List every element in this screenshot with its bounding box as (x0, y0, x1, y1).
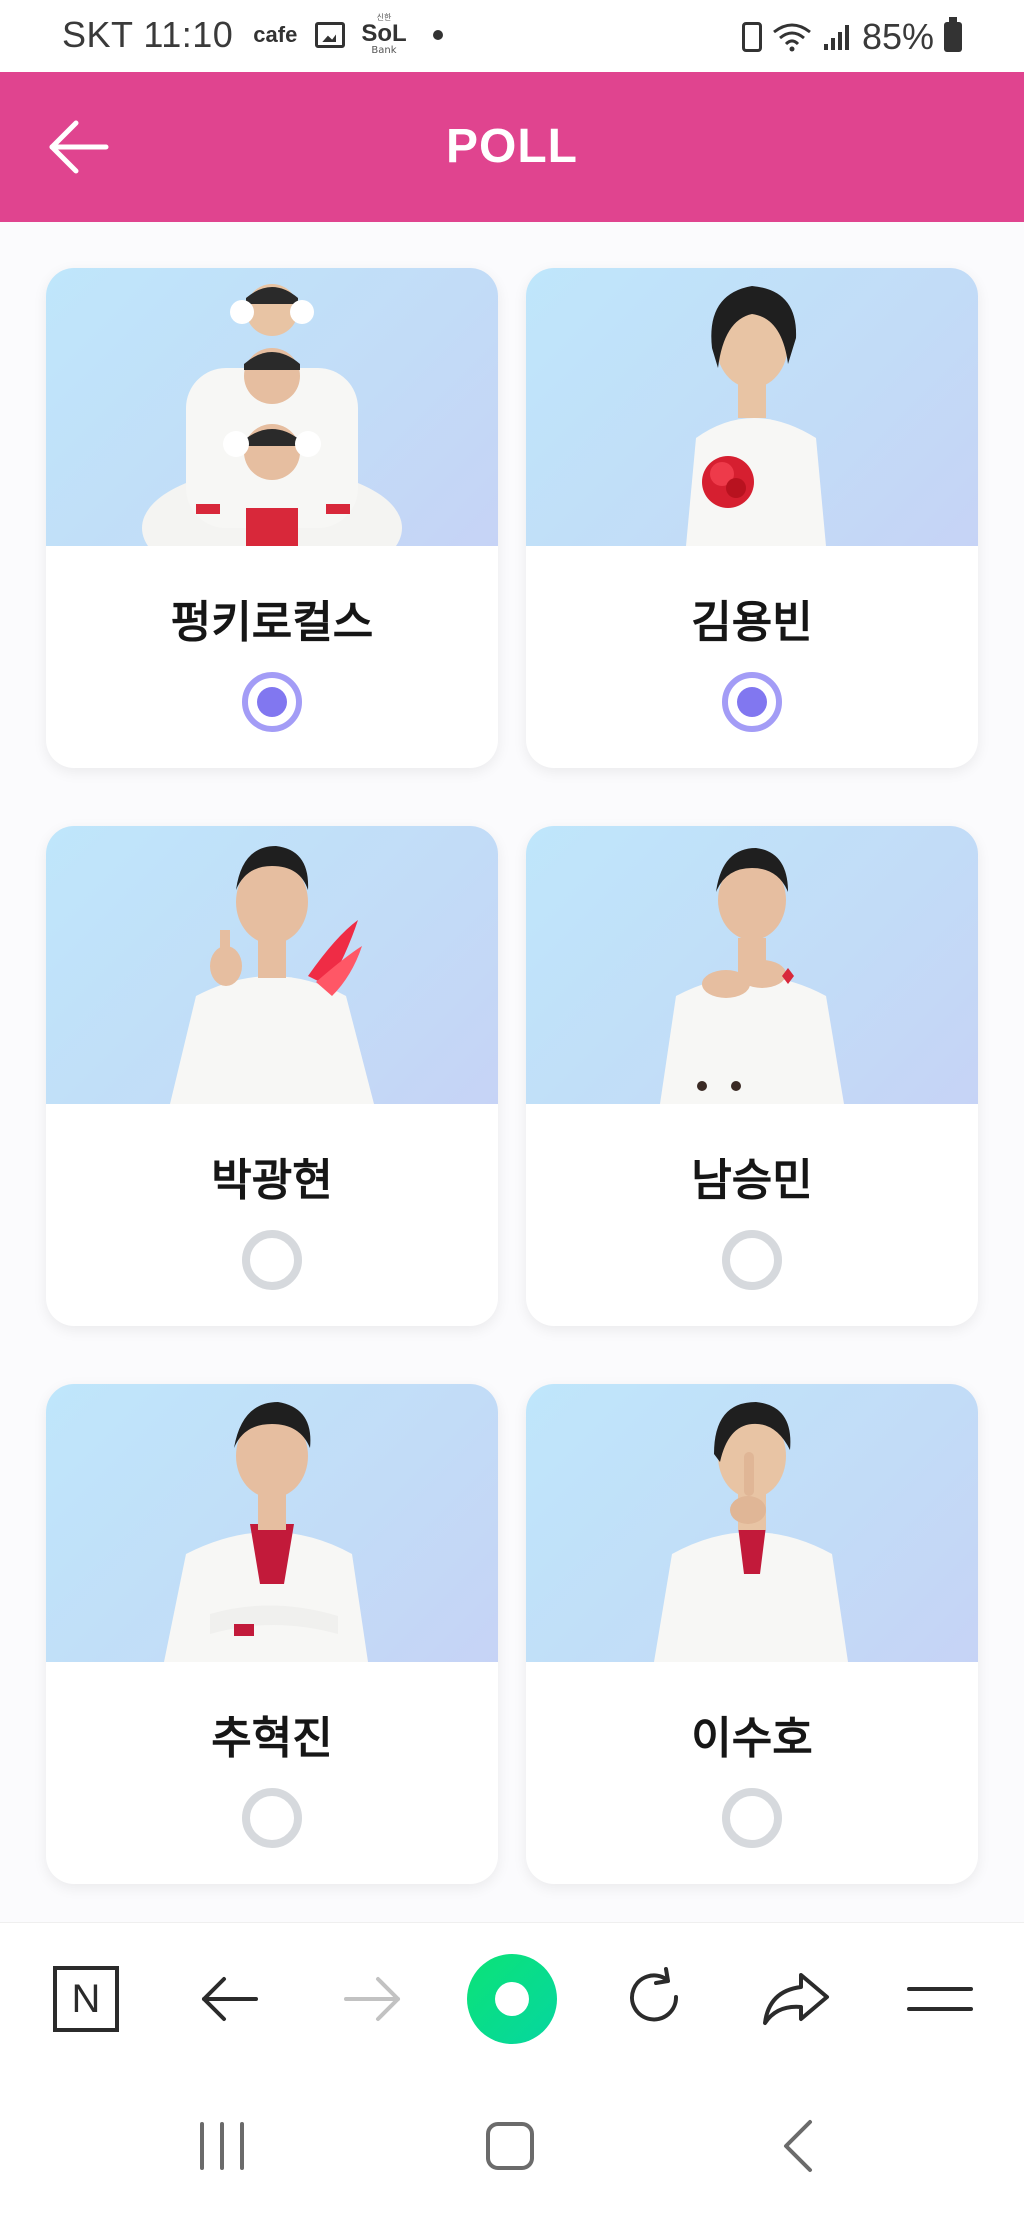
home-icon[interactable] (480, 2118, 540, 2174)
battery-saver-icon (741, 22, 762, 52)
battery-percent: 85% (861, 16, 934, 57)
system-nav-bar (0, 2072, 1024, 2219)
back-button[interactable] (192, 1961, 268, 2037)
sol-bank-notification-icon: 신한 SoL Bank (361, 14, 406, 56)
app-header: POLL (0, 72, 1024, 222)
status-left: SKT 11:10 cafe 신한 SoL Bank (62, 14, 443, 56)
battery-icon (944, 17, 962, 52)
wifi-icon (773, 23, 811, 52)
radio-unselected-icon[interactable] (722, 1230, 782, 1290)
person-figure (164, 1402, 368, 1662)
candidate-name: 이수호 (691, 1713, 813, 1764)
signal-icon (823, 25, 849, 50)
refresh-button[interactable] (616, 1961, 692, 2037)
candidate-name: 펑키로컬스 (170, 597, 374, 648)
refresh-icon (630, 1967, 679, 2022)
sol-main-text: SoL (361, 20, 407, 47)
recent-apps-icon[interactable] (192, 2118, 252, 2174)
naver-home-button[interactable]: N (48, 1961, 124, 2037)
candidate-photo (526, 826, 978, 1104)
candidate-name: 김용빈 (691, 597, 813, 648)
candidate-photo (46, 826, 498, 1104)
green-dot-button[interactable] (466, 1953, 558, 2045)
share-button[interactable] (758, 1961, 834, 2037)
sol-bottom-text: Bank (371, 45, 397, 56)
radio-selected-icon[interactable] (722, 672, 782, 732)
group-figure (142, 284, 402, 546)
radio-unselected-icon[interactable] (242, 1788, 302, 1848)
poll-card[interactable]: 김용빈 (526, 268, 978, 768)
person-figure (686, 286, 826, 546)
image-notification-icon (315, 22, 346, 48)
radio-selected-icon[interactable] (242, 672, 302, 732)
share-icon (763, 1973, 829, 2025)
browser-toolbar: N (0, 1922, 1024, 2072)
person-figure (660, 848, 844, 1104)
menu-button[interactable] (902, 1961, 978, 2037)
green-dot-icon (467, 1954, 557, 2044)
naver-home-icon: N (53, 1966, 119, 2032)
status-carrier-time: SKT 11:10 (62, 14, 234, 55)
candidate-photo (46, 1384, 498, 1662)
back-icon[interactable] (770, 2118, 830, 2174)
person-figure (170, 846, 374, 1104)
poll-card[interactable]: 이수호 (526, 1384, 978, 1884)
candidate-photo (526, 268, 978, 546)
arrow-left-icon[interactable] (46, 114, 112, 180)
candidate-photo (526, 1384, 978, 1662)
back-icon (202, 1977, 258, 2021)
poll-card[interactable]: 펑키로컬스 (46, 268, 498, 768)
forward-icon (344, 1977, 400, 2021)
page-title: POLL (446, 120, 578, 173)
radio-unselected-icon[interactable] (242, 1230, 302, 1290)
poll-card[interactable]: 박광현 (46, 826, 498, 1326)
more-notifications-dot-icon (432, 30, 443, 40)
menu-icon (907, 1987, 973, 2011)
poll-card[interactable]: 추혁진 (46, 1384, 498, 1884)
poll-card[interactable]: 남승민 (526, 826, 978, 1326)
forward-button[interactable] (334, 1961, 410, 2037)
status-bar: SKT 11:10 cafe 신한 SoL Bank 85% (0, 0, 1024, 72)
radio-unselected-icon[interactable] (722, 1788, 782, 1848)
candidate-photo (46, 268, 498, 546)
candidate-name: 남승민 (691, 1155, 813, 1206)
person-figure (654, 1402, 848, 1662)
cafe-notification-icon: cafe (253, 22, 298, 47)
candidate-name: 박광현 (211, 1155, 333, 1206)
candidate-name: 추혁진 (211, 1713, 333, 1764)
status-right: 85% (741, 16, 962, 58)
